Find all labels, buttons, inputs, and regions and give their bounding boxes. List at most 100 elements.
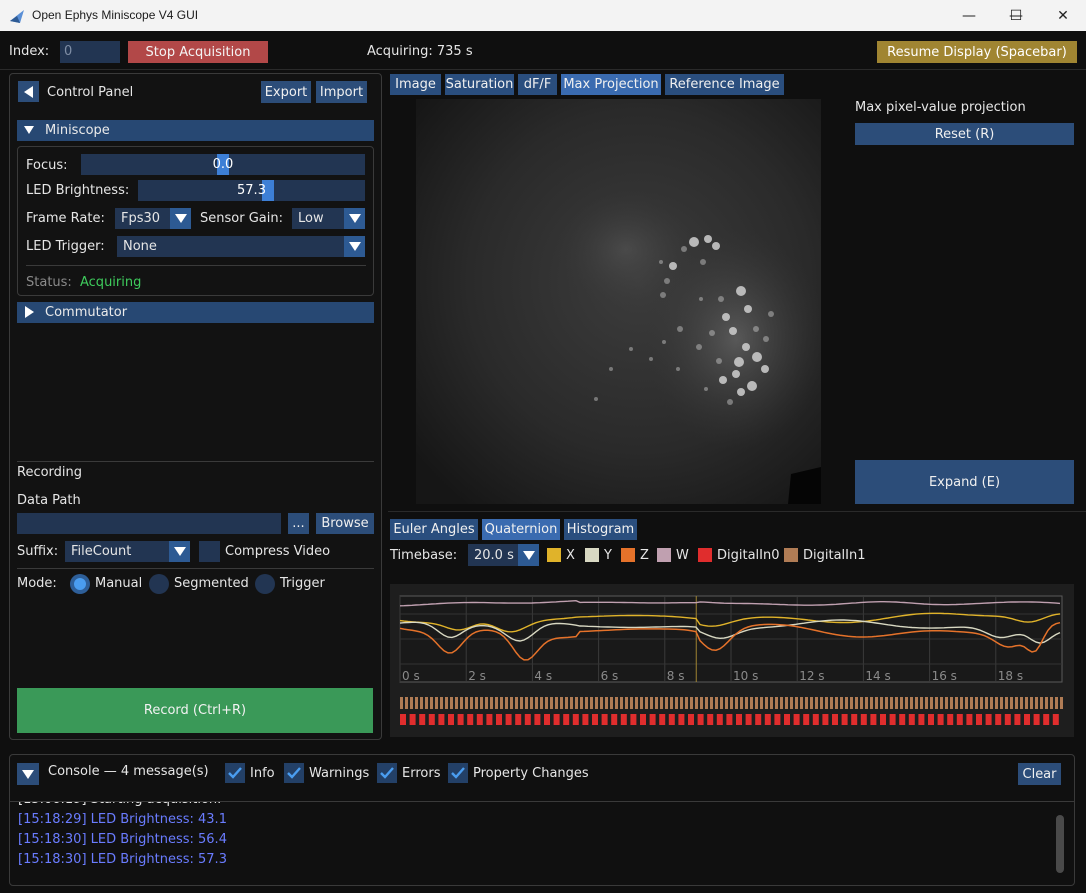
checkmark-icon (451, 767, 465, 779)
digitalin1-pulse (740, 697, 743, 709)
tab-reference-image[interactable]: Reference Image (665, 74, 784, 95)
digitalin0-pulse (524, 714, 531, 725)
legend-swatch-y[interactable] (585, 548, 599, 562)
digitalin0-pulse (1033, 714, 1040, 725)
miniscope-section-header[interactable]: Miniscope (17, 120, 374, 141)
digitalin1-pulse (870, 697, 873, 709)
suffix-select[interactable]: FileCount (65, 541, 190, 562)
filter-property-changes-checkbox[interactable] (448, 763, 468, 783)
filter-warnings-checkbox[interactable] (284, 763, 304, 783)
digitalin1-pulse (665, 697, 668, 709)
tab-image[interactable]: Image (390, 74, 441, 95)
sensor-gain-select[interactable]: Low (292, 208, 365, 229)
tab-df-f[interactable]: dF/F (518, 74, 557, 95)
digitalin1-pulse (865, 697, 868, 709)
export-button[interactable]: Export (261, 81, 311, 103)
digitalin1-pulse (970, 697, 973, 709)
digitalin1-pulse (825, 697, 828, 709)
legend-swatch-digitalin0[interactable] (698, 548, 712, 562)
browse-button[interactable]: Browse (316, 513, 374, 534)
digitalin1-pulse (670, 697, 673, 709)
sensor-gain-label: Sensor Gain: (200, 211, 283, 226)
digitalin1-pulse (925, 697, 928, 709)
tab-quaternion[interactable]: Quaternion (482, 519, 560, 540)
digitalin1-pulse (1015, 697, 1018, 709)
reset-button[interactable]: Reset (R) (855, 123, 1074, 145)
imu-plot-panel: 0 s 2 s 4 s 6 s 8 s 10 s 12 s 14 s 16 s 18 s (390, 584, 1074, 737)
tab-saturation[interactable]: Saturation (445, 74, 514, 95)
led-brightness-label: LED Brightness: (26, 183, 130, 198)
digitalin1-pulse (725, 697, 728, 709)
mode-manual-radio[interactable] (70, 574, 90, 594)
timebase-select[interactable]: 20.0 s (468, 544, 539, 566)
focus-value: 0.0 (212, 157, 234, 172)
digitalin0-pulse (419, 714, 426, 725)
maximize-button[interactable]: ☐ (993, 0, 1039, 31)
legend-swatch-x[interactable] (547, 548, 561, 562)
resume-display-button[interactable]: Resume Display (Spacebar) (877, 41, 1077, 63)
digitalin0-pulse (976, 714, 982, 725)
legend-swatch-z[interactable] (621, 548, 635, 562)
digitalin1-pulse (1010, 697, 1013, 709)
digitalin1-pulse (695, 697, 698, 709)
digitalin1-pulse (900, 697, 903, 709)
digitalin1-pulse (1040, 697, 1043, 709)
digitalin1-pulse (630, 697, 633, 709)
tab-histogram[interactable]: Histogram (564, 519, 637, 540)
digitalin1-pulse (435, 697, 438, 709)
digitalin0-pulse (640, 714, 646, 725)
digitalin1-pulse (885, 697, 888, 709)
frame-rate-select[interactable]: Fps30 (115, 208, 191, 229)
commutator-section-header[interactable]: Commutator (17, 302, 374, 323)
digitalin0-pulse (745, 714, 752, 725)
mode-trigger-radio[interactable] (255, 574, 275, 594)
digitalin1-pulse (505, 697, 508, 709)
digitalin1-pulse (975, 697, 978, 709)
led-brightness-slider[interactable]: 57.3 (138, 180, 365, 201)
legend-swatch-digitalin1[interactable] (784, 548, 798, 562)
digitalin1-pulse (750, 697, 753, 709)
digitalin1-pulse (1025, 697, 1028, 709)
digitalin1-pulse (520, 697, 523, 709)
expand-button[interactable]: Expand (E) (855, 460, 1074, 504)
console-scrollbar[interactable] (1056, 815, 1064, 873)
filter-info-checkbox[interactable] (225, 763, 245, 783)
digitalin0-pulse (1052, 714, 1059, 725)
import-button[interactable]: Import (316, 81, 367, 103)
record-button[interactable]: Record (Ctrl+R) (17, 688, 373, 733)
focus-slider[interactable]: 0.0 (81, 154, 365, 175)
sensor-gain-value: Low (298, 211, 324, 226)
minimize-button-area[interactable]: — (946, 0, 992, 31)
miniscope-settings: Focus: 0.0 LED Brightness: 57.3 Frame Ra… (17, 146, 374, 296)
miniscope-header-label: Miniscope (45, 123, 110, 138)
led-trigger-select[interactable]: None (117, 236, 365, 257)
mode-segmented-radio[interactable] (149, 574, 169, 594)
suffix-label: Suffix: (17, 544, 59, 559)
digitalin0-pulse (611, 714, 618, 725)
control-panel-title: Control Panel (47, 85, 134, 100)
close-button[interactable]: ✕ (1040, 0, 1086, 31)
tab-euler-angles[interactable]: Euler Angles (390, 519, 478, 540)
path-ellipsis-button[interactable]: ... (288, 513, 309, 534)
app-window: Open Ephys Miniscope V4 GUI — — ☐ ✕ Inde… (0, 0, 1086, 893)
digitalin1-pulse (985, 697, 988, 709)
digitalin0-pulse (457, 714, 464, 725)
console-line: [15:18:30] LED Brightness: 56.4 (18, 832, 227, 847)
console-collapse-button[interactable] (17, 763, 39, 785)
digitalin1-pulse (610, 697, 613, 709)
filter-errors-checkbox[interactable] (377, 763, 397, 783)
digitalin1-pulse (850, 697, 853, 709)
index-input[interactable]: 0 (60, 41, 120, 63)
collapse-panel-button[interactable] (18, 81, 39, 102)
legend-swatch-w[interactable] (657, 548, 671, 562)
digitalin1-pulse (515, 697, 518, 709)
digitalin1-pulse (785, 697, 788, 709)
stop-acquisition-button[interactable]: Stop Acquisition (128, 41, 268, 63)
compress-video-checkbox[interactable] (199, 541, 220, 562)
digitalin1-pulse (950, 697, 953, 709)
digitalin1-pulse (620, 697, 623, 709)
digitalin0-pulse (438, 714, 445, 725)
data-path-input[interactable] (17, 513, 281, 534)
tab-max-projection[interactable]: Max Projection (561, 74, 661, 95)
console-clear-button[interactable]: Clear (1018, 763, 1061, 785)
